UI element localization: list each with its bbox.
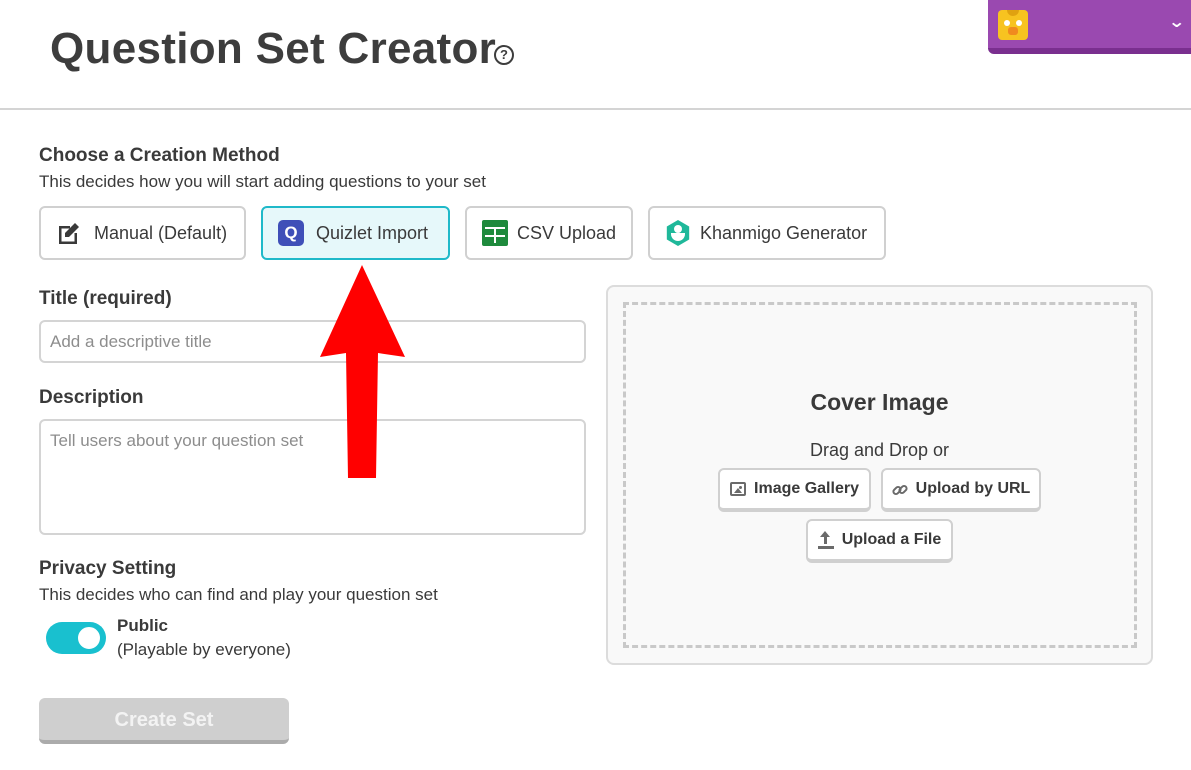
edit-icon bbox=[56, 220, 82, 246]
image-gallery-label: Image Gallery bbox=[754, 480, 859, 497]
link-icon bbox=[892, 482, 908, 496]
khanmigo-icon bbox=[666, 220, 690, 246]
spreadsheet-icon bbox=[482, 220, 508, 246]
user-menu-button[interactable]: ⌄ bbox=[988, 0, 1191, 54]
creation-method-label: Choose a Creation Method bbox=[39, 145, 280, 166]
manual-method-label: Manual (Default) bbox=[94, 222, 228, 243]
khanmigo-generator-button[interactable]: Khanmigo Generator bbox=[648, 206, 886, 260]
image-gallery-button[interactable]: Image Gallery bbox=[718, 468, 871, 512]
quizlet-import-label: Quizlet Import bbox=[316, 222, 429, 243]
khanmigo-generator-label: Khanmigo Generator bbox=[700, 222, 868, 243]
upload-by-url-label: Upload by URL bbox=[915, 480, 1031, 497]
upload-file-label: Upload a File bbox=[841, 531, 942, 548]
privacy-option-subtext: (Playable by everyone) bbox=[117, 640, 291, 659]
description-input[interactable] bbox=[39, 419, 586, 535]
question-circle-icon[interactable]: ? bbox=[494, 45, 514, 65]
manual-method-button[interactable]: Manual (Default) bbox=[39, 206, 246, 260]
privacy-label: Privacy Setting bbox=[39, 558, 177, 579]
csv-upload-label: CSV Upload bbox=[517, 222, 617, 243]
page-title: Question Set Creator bbox=[50, 24, 497, 73]
privacy-option-title: Public bbox=[117, 616, 169, 635]
title-input[interactable] bbox=[39, 320, 586, 363]
cover-image-dropzone[interactable] bbox=[623, 302, 1137, 648]
upload-file-button[interactable]: Upload a File bbox=[806, 519, 953, 563]
creation-method-subtext: This decides how you will start adding q… bbox=[39, 172, 486, 191]
quizlet-import-button[interactable]: Q Quizlet Import bbox=[261, 206, 450, 260]
quizlet-icon: Q bbox=[278, 220, 304, 246]
chick-avatar-icon bbox=[998, 10, 1028, 40]
toggle-knob bbox=[76, 625, 102, 651]
upload-by-url-button[interactable]: Upload by URL bbox=[881, 468, 1041, 512]
privacy-subtext: This decides who can find and play your … bbox=[39, 585, 438, 604]
create-set-button[interactable]: Create Set bbox=[39, 698, 289, 744]
cover-image-subtext: Drag and Drop or bbox=[809, 440, 950, 460]
title-label: Title (required) bbox=[39, 288, 172, 309]
chevron-down-icon: ⌄ bbox=[1167, 14, 1186, 31]
privacy-toggle[interactable] bbox=[46, 622, 106, 654]
csv-upload-button[interactable]: CSV Upload bbox=[465, 206, 633, 260]
red-arrow-up-icon bbox=[320, 265, 405, 478]
cover-image-title: Cover Image bbox=[810, 389, 949, 415]
upload-icon bbox=[817, 531, 834, 549]
image-icon bbox=[730, 482, 747, 496]
description-label: Description bbox=[39, 387, 144, 408]
